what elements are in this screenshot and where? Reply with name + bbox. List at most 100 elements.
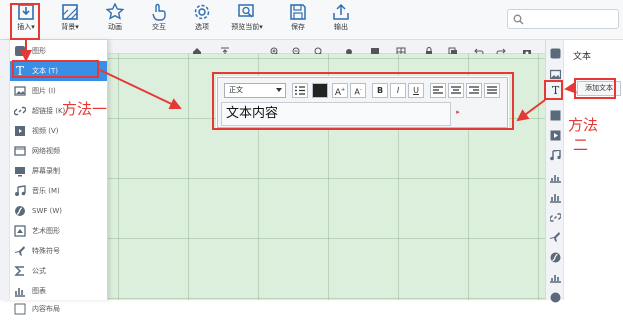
art-shape-icon [14,225,26,237]
menu-item-special-symbol[interactable]: 特殊符号 [10,241,107,261]
center-icon[interactable] [344,42,354,55]
align-left-button[interactable] [430,83,446,98]
chevron-down-icon: ▾ [259,23,263,31]
font-style-value: 正文 [229,86,243,94]
align-right-button[interactable] [466,83,482,98]
chevron-down-icon: ▾ [75,23,79,31]
rotate-icon[interactable] [370,42,380,56]
video-icon[interactable] [550,126,561,141]
underline-button[interactable]: U [408,83,424,98]
grid-icon[interactable] [396,42,406,57]
preview-label: 预览当前▾ [231,23,263,31]
chevron-down-icon [276,88,282,92]
text-icon: T [15,64,24,78]
animation-button[interactable]: 动画 [97,2,133,38]
list-button[interactable] [292,83,308,98]
link-icon [13,105,27,117]
menu-item-label: 图表 [32,287,46,295]
video-icon [14,125,26,137]
resize-handle[interactable]: ▸ [452,108,464,124]
options-button[interactable]: 选项 [184,2,220,38]
font-color-button[interactable] [312,83,328,98]
menu-item-label: 文本 (T) [32,67,58,75]
text-format-toolbar: 正文 A+ A- B I U [222,83,505,98]
menu-item-music[interactable]: 音乐 (M) [10,181,107,201]
menu-item-label: 音乐 (M) [32,187,60,195]
swf-icon[interactable] [550,248,561,263]
align-top-icon[interactable] [220,42,230,56]
italic-button[interactable]: I [390,83,406,98]
align-left-icon [433,86,443,94]
text-content-field[interactable]: 文本内容 [221,102,451,126]
fit-icon[interactable] [314,42,324,57]
text-editor[interactable]: 正文 A+ A- B I U 文本内容 [217,77,508,128]
animation-icon [105,2,125,21]
menu-item-formula[interactable]: 公式 [10,261,107,281]
insert-button[interactable]: 插入▾ [8,2,44,38]
menu-item-video[interactable]: 视频 (V) [10,121,107,141]
background-button[interactable]: 背景▾ [52,2,88,38]
align-right-icon [469,86,479,94]
right-panel: 文本 添加文本 [563,40,623,300]
menu-item-label: 艺术图形 [32,227,60,235]
image-icon [14,85,26,97]
menu-item-shape[interactable]: 图形 [10,41,107,61]
menu-item-layout[interactable]: 内容布局 [10,299,107,319]
music-icon[interactable] [550,146,561,161]
image-icon[interactable] [549,65,562,80]
interaction-button[interactable]: 交互 [141,2,177,38]
formula-icon [14,265,26,277]
lock-icon[interactable] [424,42,434,56]
add-text-button[interactable]: 添加文本 [577,81,621,96]
bold-button[interactable]: B [372,83,388,98]
zoom-out-icon[interactable] [292,42,302,57]
interaction-label: 交互 [152,23,166,31]
menu-item-art-shape[interactable]: 艺术图形 [10,221,107,241]
right-icon-strip: T [545,40,563,303]
menu-item-label: 内容布局 [32,305,60,313]
camera-icon[interactable] [522,42,532,56]
link-icon[interactable] [549,208,562,222]
options-label: 选项 [195,23,209,31]
hand-pointer-icon [149,3,169,21]
preview-icon [237,3,257,21]
shape-icon[interactable] [550,44,561,59]
font-size-increase-button[interactable]: A+ [332,83,348,98]
zoom-in-icon[interactable] [270,42,280,57]
search-input[interactable] [507,9,619,29]
special-symbol-icon[interactable] [550,228,561,242]
background-icon [60,3,80,21]
link-icon[interactable] [550,106,561,121]
background-label: 背景▾ [61,23,79,31]
swf-alt-icon[interactable] [550,288,561,303]
special-symbol-icon [14,245,26,257]
menu-item-web-video[interactable]: 网络视频 [10,141,107,161]
undo-icon[interactable] [474,42,484,56]
save-button[interactable]: 保存 [280,2,316,38]
redo-icon[interactable] [496,42,506,56]
text-icon[interactable]: T [550,85,561,96]
save-label: 保存 [291,23,305,31]
menu-item-text[interactable]: T 文本 (T) [10,61,107,81]
menu-item-label: 图片 (I) [32,87,56,95]
export-button[interactable]: 输出 [323,2,359,38]
align-center-button[interactable] [448,83,464,98]
font-size-decrease-button[interactable]: A- [350,83,366,98]
font-style-select[interactable]: 正文 [224,83,286,98]
chart-alt-icon[interactable] [550,188,561,203]
home-icon[interactable] [192,42,202,56]
copy-icon[interactable] [448,42,458,56]
menu-item-swf[interactable]: SWF (W) [10,201,107,221]
list-icon [295,86,305,95]
preview-button[interactable]: 预览当前▾ [227,2,267,38]
layout-icon [14,303,26,315]
menu-item-screen-record[interactable]: 屏幕录制 [10,161,107,181]
annotation-method-one: 方法一 [62,100,108,118]
menu-item-label: 屏幕录制 [32,167,60,175]
canvas-toolbar [108,40,545,57]
menu-item-chart[interactable]: 图表 [10,281,107,301]
chart-bar-icon[interactable] [550,268,561,283]
chart-icon[interactable] [550,168,561,183]
ribbon-toolbar: 插入▾ 背景▾ 动画 交互 选项 预览当前▾ 保存 输出 [0,0,623,40]
justify-button[interactable] [484,83,500,98]
